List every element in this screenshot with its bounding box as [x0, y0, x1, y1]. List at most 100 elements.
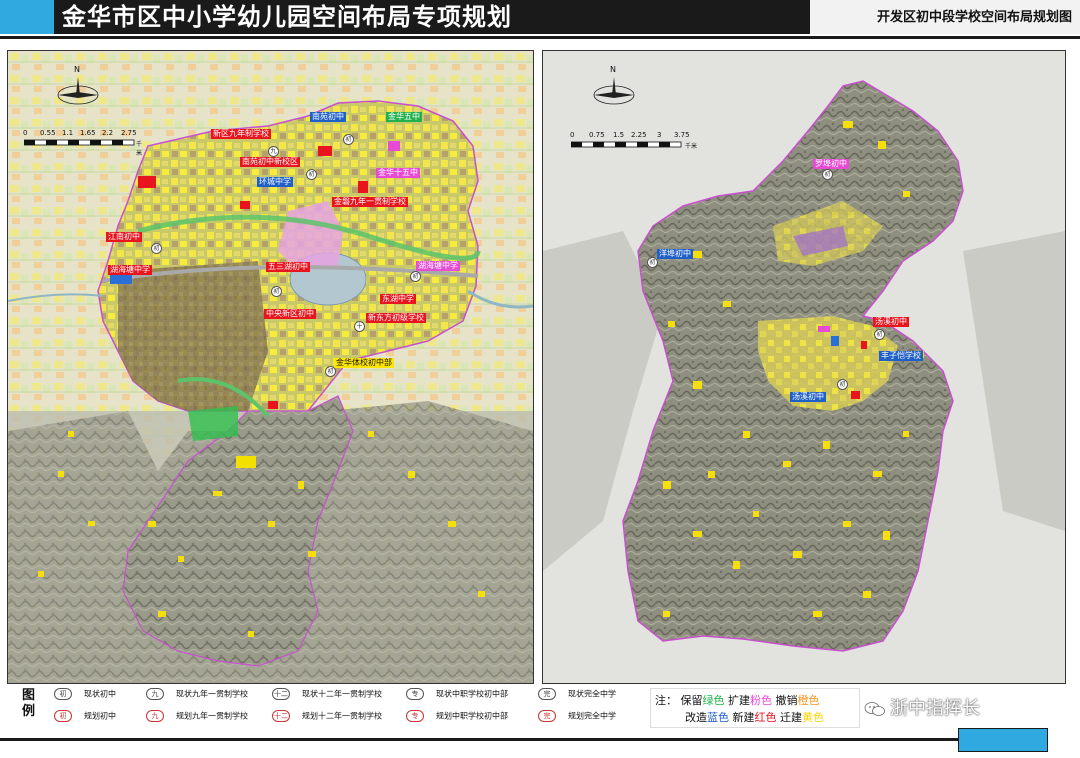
school-label[interactable]: 丰子恺学校	[879, 351, 923, 361]
legend-item-label: 规划完全中学	[568, 711, 616, 721]
school-marker[interactable]: 初	[151, 243, 162, 254]
left-scale-label: 0.55	[40, 129, 56, 137]
left-scale-label: 1.1	[62, 129, 74, 137]
school-label[interactable]: 东湖中学	[380, 294, 416, 304]
school-label[interactable]: 中央新区初中	[264, 309, 316, 319]
legend-item: 十二 规划十二年一贯制学校	[272, 710, 382, 722]
left-map-panel: N 0 0.55 1.1 1.65 2.2 2.75 千米 南苑初中 金华五中 …	[7, 50, 534, 684]
right-scale-bar: 0 0.75 1.5 2.25 3 3.75 千米	[569, 131, 709, 153]
existing-nine-year-icon: 九	[146, 688, 164, 700]
legend-item: 初 规划初中	[54, 710, 116, 722]
legend-item-label: 现状九年一贯制学校	[176, 689, 248, 699]
subtitle-box: 开发区初中段学校空间布局规划图	[810, 0, 1080, 34]
school-marker[interactable]: 初	[837, 379, 848, 390]
header-rule	[0, 36, 1080, 39]
school-marker[interactable]: 初	[271, 286, 282, 297]
left-north-letter: N	[74, 65, 80, 74]
legend-item-label: 现状十二年一贯制学校	[302, 689, 382, 699]
existing-vocational-icon: 专	[406, 688, 424, 700]
note-color: 粉色	[750, 694, 772, 707]
school-label[interactable]: 南苑初中	[310, 112, 346, 122]
header-accent-block	[0, 0, 54, 34]
note-color: 黄色	[802, 711, 824, 724]
note-action: 新建	[732, 711, 755, 724]
right-scale-label: 1.5	[613, 131, 625, 139]
right-scale-label: 0	[570, 131, 575, 139]
note-color: 蓝色	[707, 711, 729, 724]
right-scale-label: 2.25	[631, 131, 647, 139]
planned-twelve-year-icon: 十二	[272, 710, 290, 722]
right-scale-label: 0.75	[589, 131, 605, 139]
school-label[interactable]: 湖海塘中学	[416, 261, 460, 271]
school-label[interactable]: 汤溪初中	[790, 392, 826, 402]
footer-accent-block	[958, 728, 1048, 752]
note-action: 扩建	[728, 694, 750, 707]
school-label[interactable]: 金华十五中	[376, 168, 420, 178]
legend-caption: 图例	[22, 688, 36, 719]
school-label[interactable]: 江南初中	[106, 232, 142, 242]
note-color: 橙色	[797, 694, 820, 707]
legend-item: 初 现状初中	[54, 688, 116, 700]
note-prefix: 注：	[655, 694, 677, 707]
school-label[interactable]: 汤溪初中	[873, 317, 909, 327]
school-marker[interactable]: 初	[647, 257, 658, 268]
right-scale-label: 3	[657, 131, 662, 139]
left-scale-bar: 0 0.55 1.1 1.65 2.2 2.75 千米	[22, 129, 142, 157]
school-marker[interactable]: 初	[874, 329, 885, 340]
watermark: 浙中指挥长	[864, 694, 980, 720]
school-label[interactable]: 南苑初中新校区	[240, 157, 300, 167]
existing-complete-icon: 完	[538, 688, 556, 700]
school-marker[interactable]: 初	[343, 134, 354, 145]
school-marker[interactable]: 初	[306, 169, 317, 180]
left-scale-label: 2.75	[121, 129, 137, 137]
right-scale-label: 3.75	[674, 131, 690, 139]
note-action: 改造	[685, 711, 707, 724]
school-marker[interactable]: 初	[822, 169, 833, 180]
school-label[interactable]: 金华五中	[386, 112, 422, 122]
right-map-panel: N 0 0.75 1.5 2.25 3 3.75 千米 罗埠初中 洋埠初中 汤溪…	[542, 50, 1066, 684]
left-north-arrow-icon: N	[53, 65, 103, 111]
legend-item-label: 规划十二年一贯制学校	[302, 711, 382, 721]
school-marker[interactable]: 十	[354, 321, 365, 332]
school-label[interactable]: 金华体校初中部	[334, 358, 394, 368]
school-marker[interactable]: 九	[268, 146, 279, 157]
legend-item-label: 规划九年一贯制学校	[176, 711, 248, 721]
color-note: 注： 保留绿色 扩建粉色 撤销橙色 改造蓝色 新建红色 迁建黄色	[650, 688, 860, 728]
wechat-icon	[864, 702, 885, 716]
school-label[interactable]: 湖海塘中学	[108, 265, 152, 275]
planned-complete-icon: 完	[538, 710, 556, 722]
left-scale-label: 1.65	[80, 129, 96, 137]
right-north-letter: N	[610, 65, 616, 74]
school-label[interactable]: 环城中学	[257, 177, 293, 187]
note-action: 保留	[680, 694, 703, 707]
right-north-arrow-icon: N	[589, 65, 639, 111]
school-marker[interactable]: 初	[410, 271, 421, 282]
planned-junior-icon: 初	[54, 710, 72, 722]
existing-junior-icon: 初	[54, 688, 72, 700]
page-title: 金华市区中小学幼儿园空间布局专项规划	[62, 3, 512, 31]
legend-item-label: 规划中职学校初中部	[436, 711, 508, 721]
legend-item-label: 现状中职学校初中部	[436, 689, 508, 699]
note-color: 绿色	[702, 694, 725, 707]
legend-item: 九 规划九年一贯制学校	[146, 710, 248, 722]
note-action: 迁建	[780, 711, 802, 724]
note-action: 撤销	[775, 694, 798, 707]
school-label[interactable]: 新东方初级学校	[366, 313, 426, 323]
legend-item: 完 现状完全中学	[538, 688, 616, 700]
note-color: 红色	[754, 711, 777, 724]
school-marker[interactable]: 初	[325, 366, 336, 377]
left-scale-label: 2.2	[102, 129, 114, 137]
watermark-text: 浙中指挥长	[890, 698, 980, 719]
legend-item: 完 规划完全中学	[538, 710, 616, 722]
school-label[interactable]: 洋埠初中	[657, 249, 693, 259]
school-label[interactable]: 金磐九年一贯制学校	[332, 197, 408, 207]
page-subtitle: 开发区初中段学校空间布局规划图	[876, 10, 1072, 25]
school-label[interactable]: 罗埠初中	[813, 159, 849, 169]
school-label[interactable]: 五三湖初中	[266, 262, 310, 272]
school-label[interactable]: 新区九年制学校	[211, 129, 271, 139]
legend-item: 专 现状中职学校初中部	[406, 688, 508, 700]
header-bar: 金华市区中小学幼儿园空间布局专项规划 开发区初中段学校空间布局规划图	[0, 0, 1080, 34]
note-line-2: 改造蓝色 新建红色 迁建黄色	[685, 709, 824, 725]
left-scale-unit: 千米	[136, 141, 143, 157]
legend-item-label: 现状初中	[84, 689, 116, 699]
